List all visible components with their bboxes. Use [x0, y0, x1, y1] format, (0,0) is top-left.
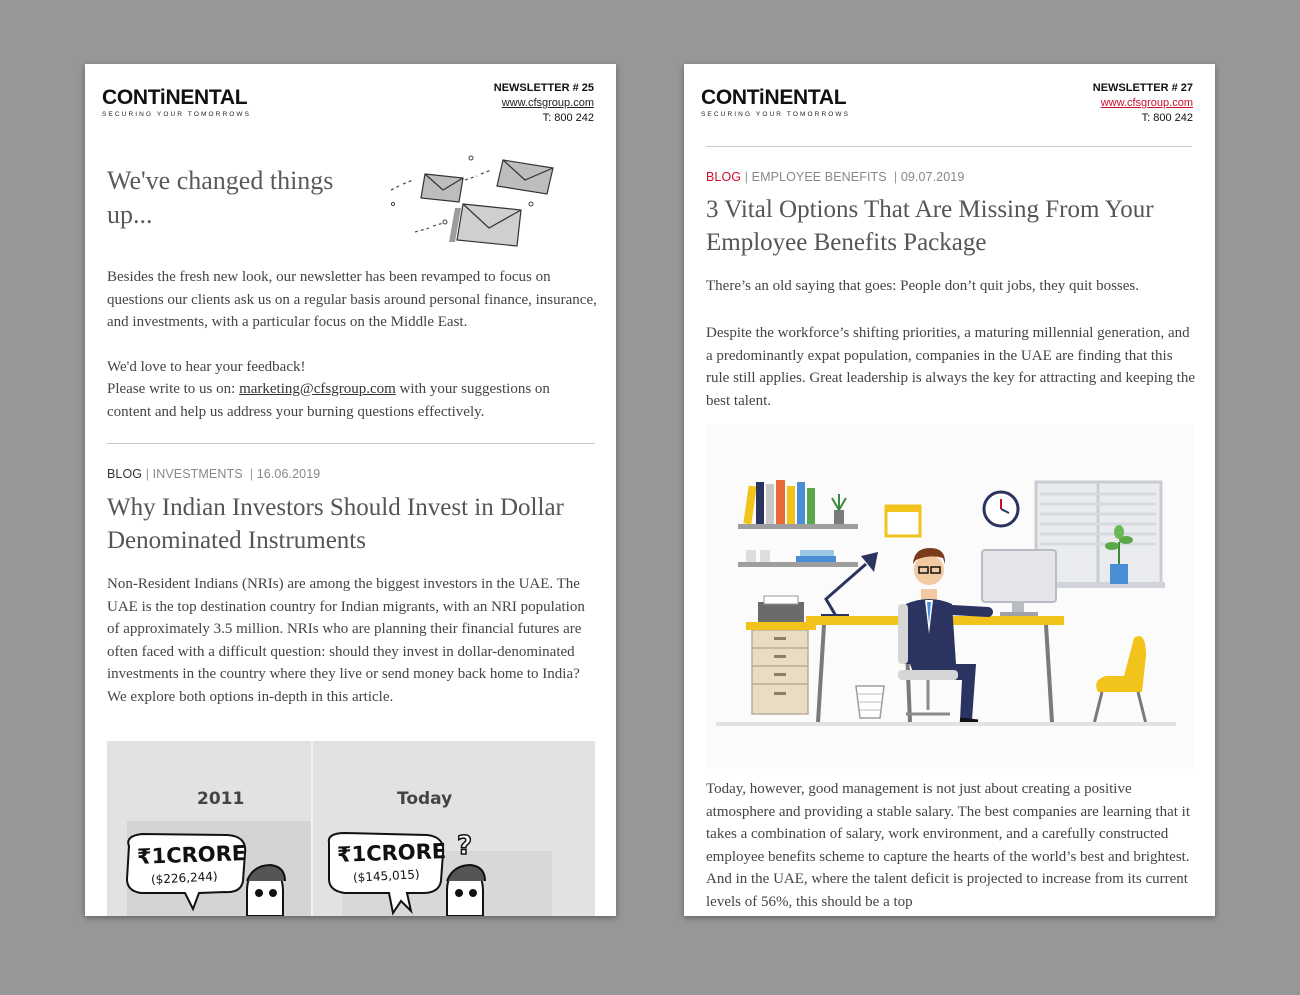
article-paragraph-1: There’s an old saying that goes: People … — [706, 278, 1140, 294]
divider — [107, 443, 595, 444]
newsletter-info: NEWSLETTER # 27 www.cfsgroup.com T: 800 … — [1093, 81, 1193, 126]
phone-number: T: 800 242 — [1141, 112, 1193, 124]
question-mark: ? — [456, 830, 473, 862]
feedback-line: We'd love to hear your feedback! — [107, 358, 306, 375]
article-meta: BLOG | EMPLOYEE BENEFITS | 09.07.2019 — [706, 170, 964, 184]
category-blog[interactable]: BLOG — [107, 467, 142, 481]
bubble-left-amount: ₹1CRORE — [136, 841, 247, 869]
comic-label-today: Today — [397, 789, 453, 809]
comic-illustration: 2011 Today ₹1CRORE ($226,244) ₹1CRORE ($… — [107, 741, 595, 916]
continental-logo[interactable]: CONTiNENTAL SECURING YOUR TOMORROWS — [102, 86, 251, 118]
meta-separator: | — [744, 170, 749, 184]
clock-icon — [982, 490, 1020, 528]
logo-tagline: SECURING YOUR TOMORROWS — [701, 111, 851, 118]
article-meta: BLOG | INVESTMENTS | 16.06.2019 — [107, 467, 320, 481]
article-paragraph-3: Today, however, good management is not j… — [706, 781, 1191, 910]
email-link[interactable]: marketing@cfsgroup.com — [239, 381, 396, 397]
phone-number: T: 800 242 — [542, 112, 594, 124]
website-link[interactable]: www.cfsgroup.com — [494, 96, 594, 111]
hero-intro: Besides the fresh new look, our newslett… — [107, 266, 597, 423]
logo-wordmark: CONTiNENTAL — [701, 86, 847, 109]
feedback-paragraph: Please write to us on: marketing@cfsgrou… — [107, 378, 597, 423]
article-date: 09.07.2019 — [900, 170, 965, 184]
face-left — [246, 863, 286, 916]
bubble-right-amount: ₹1CRORE — [336, 839, 447, 867]
newsletter-info: NEWSLETTER # 25 www.cfsgroup.com T: 800 … — [494, 81, 594, 126]
category-blog[interactable]: BLOG — [706, 170, 741, 184]
face-right — [446, 863, 486, 916]
article-paragraph-2: Despite the workforce’s shifting priorit… — [706, 325, 1196, 409]
meta-separator: | — [249, 467, 254, 481]
waste-basket — [855, 685, 885, 719]
meta-separator: | — [145, 467, 150, 481]
intro-paragraph: Besides the fresh new look, our newslett… — [107, 269, 597, 330]
calendar-icon — [884, 504, 922, 538]
website-link[interactable]: www.cfsgroup.com — [1093, 96, 1193, 111]
newsletter-number: NEWSLETTER # 25 — [493, 82, 594, 94]
feedback-prefix: Please write to us on: — [107, 381, 240, 397]
meta-separator: | — [893, 170, 898, 184]
envelope-2 — [496, 159, 554, 195]
newsletter-page-27: CONTiNENTAL SECURING YOUR TOMORROWS NEWS… — [684, 64, 1215, 916]
envelope-icon — [390, 155, 554, 247]
logo-tagline: SECURING YOUR TOMORROWS — [102, 111, 252, 118]
newsletter-number: NEWSLETTER # 27 — [1092, 82, 1193, 94]
article-body: Non-Resident Indians (NRIs) are among th… — [107, 576, 585, 705]
category-employee-benefits[interactable]: EMPLOYEE BENEFITS — [752, 170, 887, 184]
envelope-1 — [420, 173, 464, 203]
article-date: 16.06.2019 — [256, 467, 321, 481]
envelope-3 — [449, 203, 522, 247]
article-title[interactable]: 3 Vital Options That Are Missing From Yo… — [706, 193, 1186, 259]
divider — [706, 146, 1192, 147]
category-investments[interactable]: INVESTMENTS — [153, 467, 243, 481]
logo-wordmark: CONTiNENTAL — [102, 86, 248, 109]
continental-logo[interactable]: CONTiNENTAL SECURING YOUR TOMORROWS — [701, 86, 850, 118]
office-illustration — [706, 424, 1194, 769]
hero-title: We've changed things up... — [107, 166, 334, 229]
comic-label-2011: 2011 — [197, 789, 245, 809]
article-title[interactable]: Why Indian Investors Should Invest in Do… — [107, 491, 587, 557]
newsletter-page-25: CONTiNENTAL SECURING YOUR TOMORROWS NEWS… — [85, 64, 616, 916]
